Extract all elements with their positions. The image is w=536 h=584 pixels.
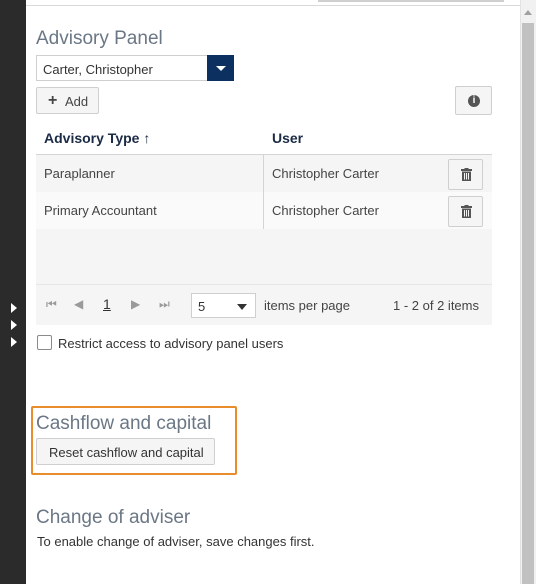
pager-info: 1 - 2 of 2 items [393, 298, 479, 313]
user-cell: Christopher Carter [272, 203, 379, 218]
reset-cashflow-label: Reset cashflow and capital [49, 445, 204, 460]
advisory-type-cell: Paraplanner [44, 166, 115, 181]
table-row[interactable]: Paraplanner Christopher Carter [36, 155, 492, 192]
adviser-select-value: Carter, Christopher [43, 62, 153, 77]
column-header-advisory-type[interactable]: Advisory Type ↑ [44, 130, 150, 146]
scroll-up-icon[interactable] [520, 6, 536, 20]
delete-row-button[interactable] [448, 159, 483, 190]
left-rail [0, 0, 26, 584]
page-size-select[interactable]: 5 [191, 293, 256, 318]
divider [26, 5, 520, 6]
window-edge [318, 0, 504, 2]
last-page-icon[interactable]: ⏭ [159, 297, 170, 312]
change-adviser-note: To enable change of adviser, save change… [37, 534, 315, 549]
adviser-select[interactable]: Carter, Christopher [36, 55, 234, 81]
previous-page-icon[interactable]: ◀ [74, 297, 83, 311]
reset-cashflow-button[interactable]: Reset cashflow and capital [36, 438, 215, 465]
advisory-grid: Advisory Type ↑ User Paraplanner Christo… [36, 121, 492, 325]
table-row[interactable]: Primary Accountant Christopher Carter [36, 192, 492, 229]
grid-pager: ⏮ ◀ 1 ▶ ⏭ 5 items per page 1 - 2 of 2 it… [36, 284, 492, 325]
grid-body: Paraplanner Christopher Carter Primary A… [36, 155, 492, 284]
column-header-user[interactable]: User [272, 130, 303, 146]
info-button[interactable]: i [455, 86, 492, 115]
plus-icon: + [48, 92, 58, 109]
expand-arrow-icon[interactable] [11, 337, 17, 347]
expand-arrow-icon[interactable] [11, 303, 17, 313]
first-page-icon[interactable]: ⏮ [46, 297, 57, 312]
items-per-page-label: items per page [264, 298, 350, 313]
cashflow-title: Cashflow and capital [36, 413, 212, 434]
trash-icon [461, 205, 472, 218]
page-size-value: 5 [198, 299, 206, 314]
expand-arrow-icon[interactable] [11, 320, 17, 330]
advisory-panel-title: Advisory Panel [36, 28, 163, 49]
delete-row-button[interactable] [448, 196, 483, 227]
grid-header: Advisory Type ↑ User [36, 121, 492, 155]
caret-down-icon [237, 304, 247, 310]
column-divider [263, 155, 264, 192]
add-button-label: Add [65, 94, 89, 109]
scrollbar-thumb[interactable] [522, 23, 534, 584]
chevron-down-icon[interactable] [207, 55, 234, 81]
page-number[interactable]: 1 [103, 296, 111, 312]
next-page-icon[interactable]: ▶ [131, 297, 140, 311]
restrict-access-label: Restrict access to advisory panel users [58, 336, 284, 351]
advisory-type-cell: Primary Accountant [44, 203, 157, 218]
trash-icon [461, 168, 472, 181]
restrict-access-checkbox[interactable] [37, 335, 52, 350]
add-button[interactable]: + Add [36, 87, 99, 114]
info-icon: i [468, 95, 480, 107]
column-divider [263, 192, 264, 229]
user-cell: Christopher Carter [272, 166, 379, 181]
change-adviser-title: Change of adviser [36, 507, 191, 528]
